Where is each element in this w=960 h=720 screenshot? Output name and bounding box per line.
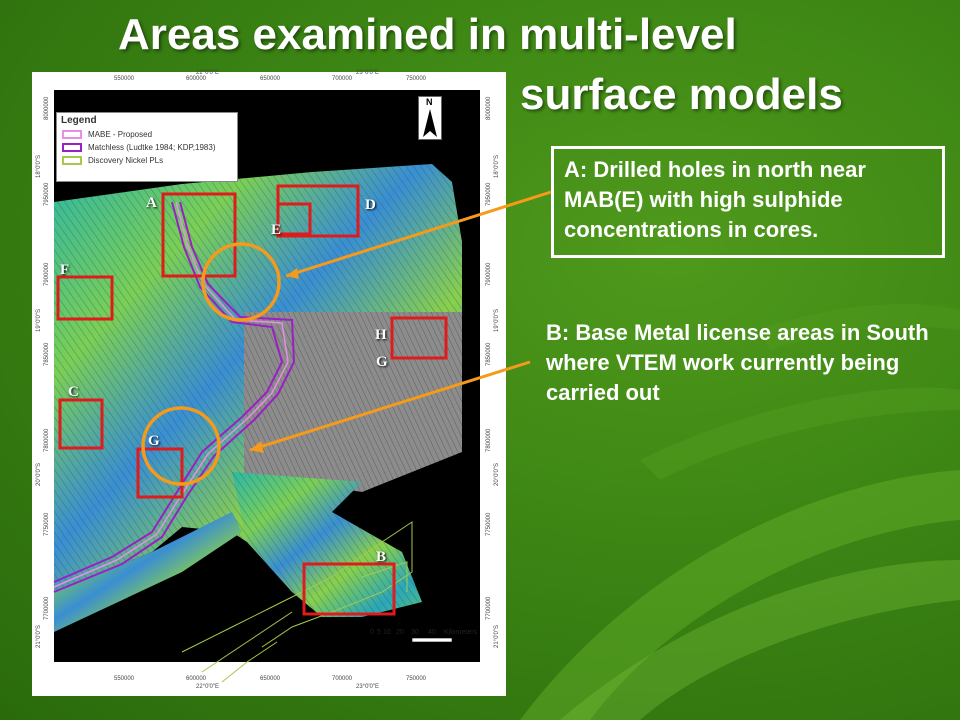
area-label-a: A	[146, 195, 157, 211]
bottom-easting-5: 750000	[406, 676, 427, 682]
right-northing-5: 7800000	[486, 428, 492, 452]
right-latitude-1: 18°0'0"S	[494, 154, 500, 178]
legend-label-mabe: MABE - Proposed	[88, 130, 153, 139]
top-easting-3: 650000	[260, 76, 281, 82]
scale-label-5: 5	[377, 629, 381, 636]
area-label-f: F	[60, 262, 70, 278]
area-label-h: H	[375, 327, 387, 343]
bottom-easting-3: 650000	[260, 676, 281, 682]
top-easting-2: 600000	[186, 76, 207, 82]
left-northing-7: 7700000	[44, 596, 50, 620]
left-latitude-1: 18°0'0"S	[36, 154, 42, 178]
top-longitude-2: 23°0'0"E	[356, 70, 380, 76]
legend-item-mabe: MABE - Proposed	[57, 128, 237, 141]
legend-label-discovery: Discovery Nickel PLs	[88, 156, 164, 165]
right-northing-3: 7900000	[486, 262, 492, 286]
right-latitude-3: 20°0'0"S	[494, 462, 500, 486]
left-northing-6: 7750000	[44, 512, 50, 536]
left-northing-5: 7800000	[44, 428, 50, 452]
right-northing-4: 7850000	[486, 342, 492, 366]
north-arrow-label: N	[426, 97, 433, 107]
area-label-g-west: G	[148, 433, 160, 449]
slide-title-line-1: Areas examined in multi-level	[118, 10, 737, 59]
scale-label-20: 20	[396, 629, 404, 636]
legend-swatch-matchless	[62, 143, 82, 152]
top-easting-4: 700000	[332, 76, 353, 82]
area-label-b: B	[376, 549, 387, 565]
top-easting-1: 550000	[114, 76, 135, 82]
north-arrow-icon	[423, 109, 437, 137]
bottom-longitude-1: 22°0'0"E	[196, 684, 220, 690]
bottom-longitude-2: 23°0'0"E	[356, 684, 380, 690]
scale-label-10: 10	[383, 629, 391, 636]
right-latitude-2: 19°0'0"S	[494, 308, 500, 332]
legend-label-matchless: Matchless (Ludtke 1984; KDP,1983)	[88, 143, 216, 152]
legend-item-discovery: Discovery Nickel PLs	[57, 154, 237, 167]
left-northing-2: 7950000	[44, 182, 50, 206]
scale-label-0: 0	[370, 629, 374, 636]
top-easting-5: 750000	[406, 76, 427, 82]
left-latitude-3: 20°0'0"S	[36, 462, 42, 486]
callout-a: A: Drilled holes in north near MAB(E) wi…	[551, 146, 945, 258]
left-latitude-4: 21°0'0"S	[36, 624, 42, 648]
left-northing-3: 7900000	[44, 262, 50, 286]
legend-swatch-discovery	[62, 156, 82, 165]
legend-title: Legend	[61, 115, 97, 126]
bottom-easting-2: 600000	[186, 676, 207, 682]
left-northing-4: 7850000	[44, 342, 50, 366]
callout-b: B: Base Metal license areas in South whe…	[546, 320, 929, 405]
right-northing-6: 7750000	[486, 512, 492, 536]
area-label-d: D	[365, 197, 376, 213]
scale-bar	[372, 637, 453, 643]
bottom-easting-1: 550000	[114, 676, 135, 682]
left-latitude-2: 19°0'0"S	[36, 308, 42, 332]
scale-label-40: 40	[428, 629, 436, 636]
scale-unit: Kilometers	[444, 629, 478, 636]
bottom-easting-4: 700000	[332, 676, 353, 682]
slide-title-line-2: surface models	[520, 70, 843, 119]
map-legend: Legend MABE - Proposed Matchless (Ludtke…	[56, 112, 238, 182]
area-label-g-east: G	[376, 354, 388, 370]
legend-swatch-mabe	[62, 130, 82, 139]
legend-item-matchless: Matchless (Ludtke 1984; KDP,1983)	[57, 141, 237, 154]
north-arrow: N	[418, 96, 442, 140]
area-label-e: E	[271, 222, 282, 238]
top-longitude-1: 22°0'0"E	[196, 70, 220, 76]
right-northing-2: 7950000	[486, 182, 492, 206]
area-label-c: C	[68, 384, 79, 400]
scale-label-30: 30	[411, 629, 419, 636]
left-northing-1: 8000000	[44, 96, 50, 120]
right-northing-1: 8000000	[486, 96, 492, 120]
right-latitude-4: 21°0'0"S	[494, 624, 500, 648]
right-northing-7: 7700000	[486, 596, 492, 620]
